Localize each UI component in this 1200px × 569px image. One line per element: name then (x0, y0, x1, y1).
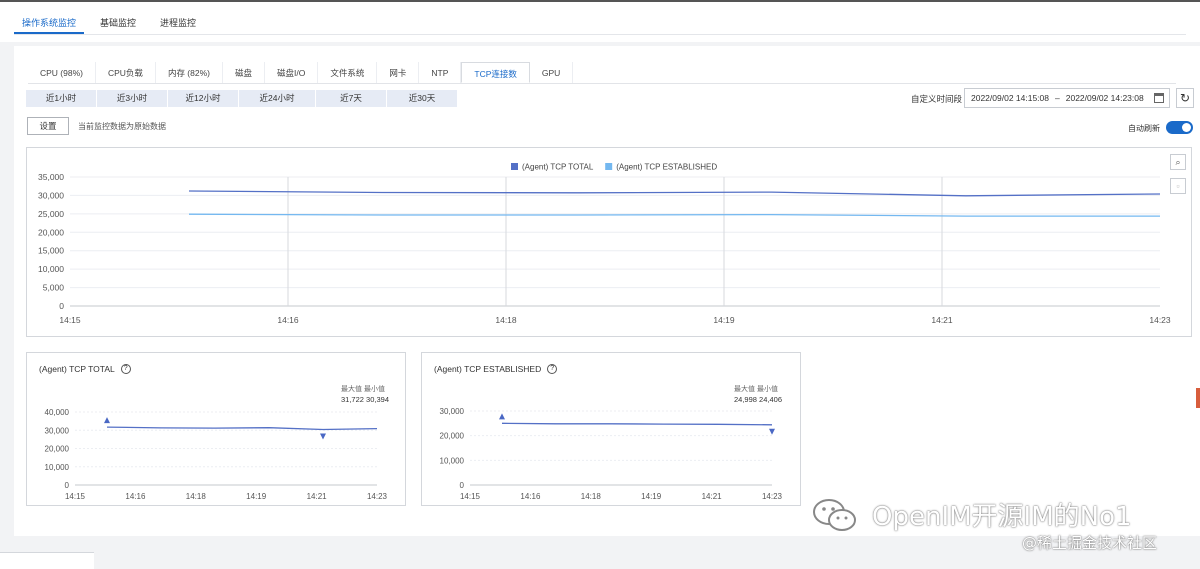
y-tick-label: 0 (59, 301, 64, 311)
tab-cpu[interactable]: CPU (98%) (28, 62, 96, 83)
settings-button[interactable]: 设置 (27, 117, 69, 135)
scroll-marker[interactable] (1196, 388, 1200, 408)
range-12h-button[interactable]: 近12小时 (168, 90, 238, 107)
y-tick-label: 30,000 (38, 190, 64, 200)
tcp-established-card: (Agent) TCP ESTABLISHED ? 最大值 最小值 24,998… (421, 352, 801, 506)
x-tick-label: 14:23 (762, 492, 783, 501)
restore-icon[interactable]: ▫ (1170, 178, 1186, 194)
refresh-icon: ↻ (1179, 91, 1191, 105)
x-tick-label: 14:18 (581, 492, 602, 501)
date-range-separator: – (1055, 93, 1060, 103)
y-tick-label: 10,000 (45, 463, 70, 472)
main-chart-svg: 35,000 30,000 25,000 20,000 15,000 10,000 5,00… (38, 163, 1171, 326)
zoom-icon[interactable]: ⌕ (1170, 154, 1186, 170)
metric-tabs: CPU (98%) CPU负载 内存 (82%) 磁盘 磁盘I/O 文件系统 网… (28, 62, 1176, 84)
series-line-2 (188, 213, 1160, 217)
custom-range-label: 自定义时间段 (911, 94, 963, 104)
range-7d-button[interactable]: 近7天 (316, 90, 386, 107)
tab-filesystem[interactable]: 文件系统 (318, 62, 378, 83)
tab-gpu[interactable]: GPU (530, 62, 574, 83)
x-tick-label: 14:15 (65, 492, 86, 501)
date-range-end: 2022/09/02 14:23:08 (1065, 93, 1144, 103)
legend-swatch-1 (511, 163, 518, 170)
tab-disk[interactable]: 磁盘 (223, 62, 265, 83)
calendar-icon[interactable] (1154, 93, 1164, 103)
tab-process-monitor[interactable]: 进程监控 (152, 12, 204, 34)
bottom-tab-stub (0, 552, 94, 569)
y-tick-label: 35,000 (38, 172, 64, 182)
y-tick-label: 30,000 (45, 426, 70, 435)
watermark-text: OpenIM开源IM的No1 (872, 502, 1132, 532)
auto-refresh-toggle[interactable] (1166, 121, 1193, 134)
x-tick-label: 14:16 (520, 492, 541, 501)
min-marker (320, 433, 326, 440)
y-tick-label: 5,000 (43, 283, 65, 293)
tab-memory[interactable]: 内存 (82%) (156, 62, 223, 83)
y-tick-label: 40,000 (45, 408, 70, 417)
tab-disk-io[interactable]: 磁盘I/O (265, 62, 319, 83)
refresh-button[interactable]: ↻ (1176, 88, 1194, 108)
max-marker (104, 417, 110, 424)
legend-label-2: (Agent) TCP ESTABLISHED (616, 163, 717, 172)
top-divider (14, 34, 1186, 35)
tab-cpu-load[interactable]: CPU负载 (96, 62, 156, 83)
main-tcp-chart: 35,000 30,000 25,000 20,000 15,000 10,000 5,00… (26, 147, 1192, 337)
y-tick-label: 15,000 (38, 246, 64, 256)
top-bar: 操作系统监控 基础监控 进程监控 (0, 0, 1200, 42)
time-range-buttons: 近1小时 近3小时 近12小时 近24小时 近7天 近30天 (26, 90, 458, 107)
y-tick-label: 30,000 (440, 407, 465, 416)
x-tick-label: 14:23 (367, 492, 388, 501)
date-range-picker[interactable]: 2022/09/02 14:15:08 – 2022/09/02 14:23:0… (964, 88, 1170, 108)
wechat-icon (813, 498, 856, 531)
y-tick-label: 20,000 (45, 445, 70, 454)
x-tick-label: 14:19 (713, 315, 735, 325)
y-tick-label: 20,000 (38, 227, 64, 237)
date-range-start: 2022/09/02 14:15:08 (971, 93, 1049, 103)
tab-nic[interactable]: 网卡 (377, 62, 420, 83)
top-tabs: 操作系统监控 基础监控 进程监控 (14, 12, 212, 34)
y-tick-label: 25,000 (38, 209, 64, 219)
series-line-1 (106, 426, 378, 431)
x-tick-label: 14:15 (460, 492, 481, 501)
x-tick-label: 14:23 (1149, 315, 1171, 325)
legend-label-1: (Agent) TCP TOTAL (522, 163, 594, 172)
watermark-sub: @稀土掘金技术社区 (1022, 534, 1158, 552)
watermark: OpenIM开源IM的No1 (812, 496, 1132, 533)
y-tick-label: 0 (460, 481, 465, 490)
x-tick-label: 14:18 (495, 315, 517, 325)
tcp-total-chart-svg: 40,000 30,000 20,000 10,000 0 14:15 14:16 14:18… (45, 408, 388, 501)
x-tick-label: 14:21 (307, 492, 328, 501)
tab-tcp-connections[interactable]: TCP连接数 (461, 62, 530, 83)
x-tick-label: 14:21 (931, 315, 953, 325)
tab-basic-monitor[interactable]: 基础监控 (92, 12, 144, 34)
monitor-panel: CPU (98%) CPU负载 内存 (82%) 磁盘 磁盘I/O 文件系统 网… (14, 46, 1200, 536)
x-tick-label: 14:16 (125, 492, 146, 501)
range-24h-button[interactable]: 近24小时 (239, 90, 315, 107)
min-marker (769, 428, 775, 435)
data-source-note: 当前监控数据为原始数据 (78, 122, 166, 131)
x-tick-label: 14:19 (641, 492, 662, 501)
y-tick-label: 0 (65, 481, 70, 490)
tab-os-monitor[interactable]: 操作系统监控 (14, 12, 85, 34)
y-tick-label: 20,000 (440, 432, 465, 441)
y-tick-label: 10,000 (440, 456, 465, 465)
x-tick-label: 14:19 (246, 492, 267, 501)
x-tick-label: 14:21 (702, 492, 723, 501)
tcp-established-chart-svg: 30,000 20,000 10,000 0 14:15 14:16 14:18 14:19 1… (440, 407, 783, 501)
range-3h-button[interactable]: 近3小时 (97, 90, 167, 107)
series-line-1 (501, 422, 773, 426)
tab-ntp[interactable]: NTP (419, 62, 462, 83)
tcp-total-card: (Agent) TCP TOTAL ? 最大值 最小值 31,722 30,39… (26, 352, 406, 506)
x-tick-label: 14:15 (59, 315, 81, 325)
x-tick-label: 14:18 (186, 492, 207, 501)
auto-refresh-label: 自动刷新 (1128, 124, 1160, 133)
range-1h-button[interactable]: 近1小时 (26, 90, 96, 107)
max-marker (499, 413, 505, 420)
y-tick-label: 10,000 (38, 264, 64, 274)
x-tick-label: 14:16 (277, 315, 299, 325)
legend-swatch-2 (605, 163, 613, 170)
range-30d-button[interactable]: 近30天 (387, 90, 457, 107)
